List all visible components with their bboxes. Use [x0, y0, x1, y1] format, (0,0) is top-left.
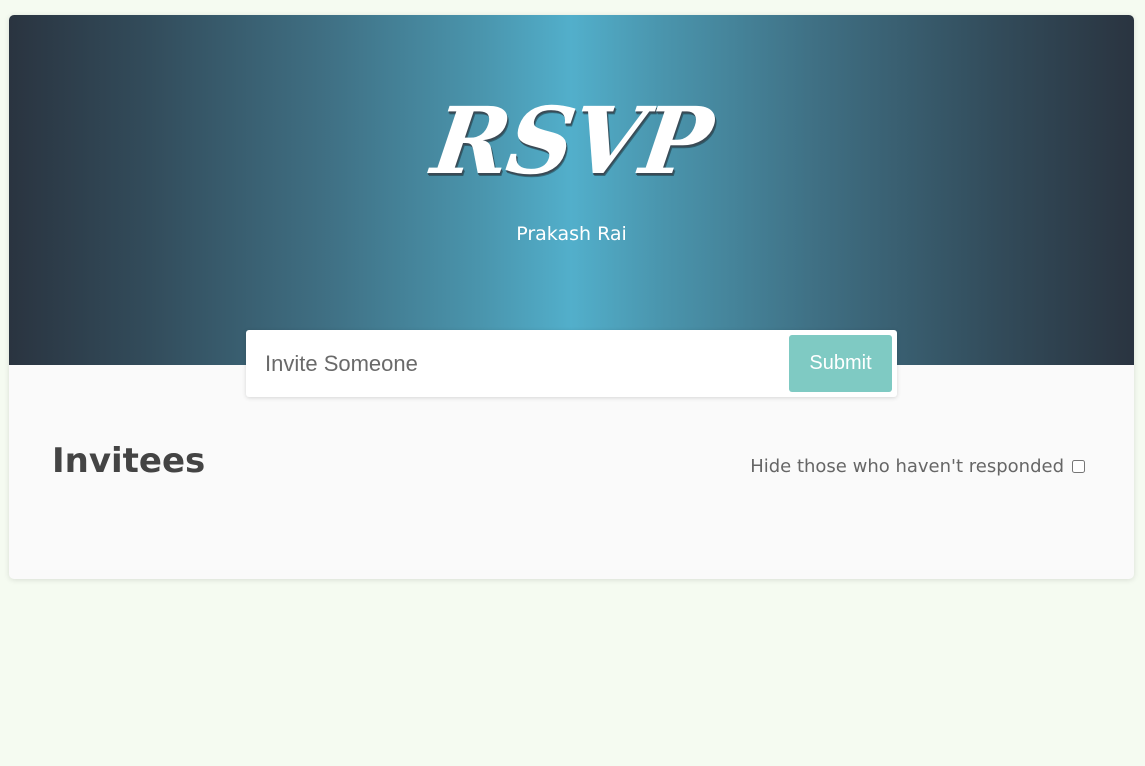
author-name: Prakash Rai [516, 223, 627, 245]
invite-input[interactable] [246, 330, 776, 397]
hide-non-responders-filter[interactable]: Hide those who haven't responded [750, 456, 1085, 477]
rsvp-logo: RSVP [426, 87, 717, 195]
header-banner: RSVP Prakash Rai Submit [9, 15, 1134, 397]
filter-label: Hide those who haven't responded [750, 456, 1064, 477]
main-content: Invitees Hide those who haven't responde… [9, 365, 1134, 579]
app-wrapper: RSVP Prakash Rai Submit Invitees Hide th… [9, 15, 1134, 579]
invitees-heading: Invitees [52, 441, 206, 481]
invite-form: Submit [246, 330, 897, 397]
hide-non-responders-checkbox[interactable] [1072, 460, 1085, 473]
submit-button[interactable]: Submit [789, 335, 892, 392]
